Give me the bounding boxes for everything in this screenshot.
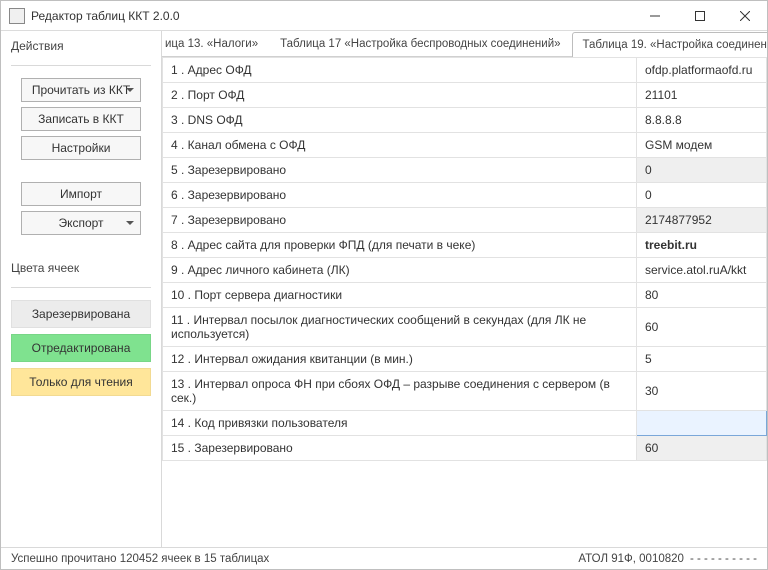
actions-group: Прочитать из ККТ Записать в ККТ Настройк… xyxy=(11,78,151,160)
tabstrip: ица 13. «Налоги» Таблица 17 «Настройка б… xyxy=(162,31,767,57)
read-label: Прочитать из ККТ xyxy=(32,83,130,97)
window-title: Редактор таблиц ККТ 2.0.0 xyxy=(31,9,632,23)
tab-table-13[interactable]: ица 13. «Налоги» xyxy=(162,31,269,56)
row-value[interactable] xyxy=(637,411,767,436)
row-value[interactable]: 5 xyxy=(637,347,767,372)
import-label: Импорт xyxy=(60,187,102,201)
row-label[interactable]: 10 . Порт сервера диагностики xyxy=(163,283,637,308)
statusbar: Успешно прочитано 120452 ячеек в 15 табл… xyxy=(1,547,767,569)
settings-button[interactable]: Настройки xyxy=(21,136,141,160)
status-right: АТОЛ 91Ф, 0010820 - - - - - - - - - - xyxy=(578,553,757,565)
settings-grid[interactable]: 1 . Адрес ОФДofdp.platformaofd.ru2 . Пор… xyxy=(162,57,767,547)
row-label[interactable]: 14 . Код привязки пользователя xyxy=(163,411,637,436)
status-dashes: - - - - - - - - - - xyxy=(690,553,757,565)
table-row: 15 . Зарезервировано60 xyxy=(163,436,767,461)
minimize-button[interactable] xyxy=(632,1,677,30)
row-value[interactable]: 0 xyxy=(637,158,767,183)
table-row: 3 . DNS ОФД8.8.8.8 xyxy=(163,108,767,133)
row-value[interactable]: 60 xyxy=(637,436,767,461)
body: Действия Прочитать из ККТ Записать в ККТ… xyxy=(1,31,767,547)
tab-table-17[interactable]: Таблица 17 «Настройка беспроводных соеди… xyxy=(269,31,571,56)
maximize-button[interactable] xyxy=(677,1,722,30)
table-row: 11 . Интервал посылок диагностических со… xyxy=(163,308,767,347)
row-label[interactable]: 8 . Адрес сайта для проверки ФПД (для пе… xyxy=(163,233,637,258)
settings-label: Настройки xyxy=(52,141,111,155)
table-row: 8 . Адрес сайта для проверки ФПД (для пе… xyxy=(163,233,767,258)
import-button[interactable]: Импорт xyxy=(21,182,141,206)
row-value[interactable]: 0 xyxy=(637,183,767,208)
table-row: 13 . Интервал опроса ФН при сбоях ОФД – … xyxy=(163,372,767,411)
table-row: 14 . Код привязки пользователя xyxy=(163,411,767,436)
legend: Зарезервирована Отредактирована Только д… xyxy=(11,300,151,396)
row-label[interactable]: 7 . Зарезервировано xyxy=(163,208,637,233)
read-from-kkt-button[interactable]: Прочитать из ККТ xyxy=(21,78,141,102)
write-label: Записать в ККТ xyxy=(38,112,124,126)
status-model: АТОЛ 91Ф, 0010820 xyxy=(578,553,684,565)
table-row: 5 . Зарезервировано0 xyxy=(163,158,767,183)
row-value[interactable]: service.atol.ruА/kkt xyxy=(637,258,767,283)
close-button[interactable] xyxy=(722,1,767,30)
settings-table: 1 . Адрес ОФДofdp.platformaofd.ru2 . Пор… xyxy=(162,57,767,461)
colors-title: Цвета ячеек xyxy=(11,261,151,275)
actions-title: Действия xyxy=(11,39,151,53)
app-icon xyxy=(9,8,25,24)
app-window: Редактор таблиц ККТ 2.0.0 Действия Прочи… xyxy=(0,0,768,570)
titlebar: Редактор таблиц ККТ 2.0.0 xyxy=(1,1,767,31)
row-value[interactable]: 80 xyxy=(637,283,767,308)
separator xyxy=(11,287,151,288)
export-button[interactable]: Экспорт xyxy=(21,211,141,235)
table-row: 1 . Адрес ОФДofdp.platformaofd.ru xyxy=(163,58,767,83)
row-value[interactable]: 60 xyxy=(637,308,767,347)
row-label[interactable]: 5 . Зарезервировано xyxy=(163,158,637,183)
table-row: 10 . Порт сервера диагностики80 xyxy=(163,283,767,308)
status-left: Успешно прочитано 120452 ячеек в 15 табл… xyxy=(11,553,269,565)
row-label[interactable]: 9 . Адрес личного кабинета (ЛК) xyxy=(163,258,637,283)
row-value[interactable]: 30 xyxy=(637,372,767,411)
row-label[interactable]: 15 . Зарезервировано xyxy=(163,436,637,461)
io-group: Импорт Экспорт xyxy=(11,182,151,235)
export-label: Экспорт xyxy=(58,216,103,230)
table-row: 2 . Порт ОФД21101 xyxy=(163,83,767,108)
row-label[interactable]: 12 . Интервал ожидания квитанции (в мин.… xyxy=(163,347,637,372)
legend-edited: Отредактирована xyxy=(11,334,151,362)
sidebar: Действия Прочитать из ККТ Записать в ККТ… xyxy=(1,31,161,547)
row-value[interactable]: ofdp.platformaofd.ru xyxy=(637,58,767,83)
maximize-icon xyxy=(695,11,705,21)
row-value[interactable]: GSM модем xyxy=(637,133,767,158)
row-value[interactable]: 21101 xyxy=(637,83,767,108)
close-icon xyxy=(740,11,750,21)
legend-reserved: Зарезервирована xyxy=(11,300,151,328)
row-label[interactable]: 13 . Интервал опроса ФН при сбоях ОФД – … xyxy=(163,372,637,411)
row-label[interactable]: 2 . Порт ОФД xyxy=(163,83,637,108)
row-label[interactable]: 4 . Канал обмена с ОФД xyxy=(163,133,637,158)
row-label[interactable]: 11 . Интервал посылок диагностических со… xyxy=(163,308,637,347)
main-panel: ица 13. «Налоги» Таблица 17 «Настройка б… xyxy=(161,31,767,547)
table-row: 12 . Интервал ожидания квитанции (в мин.… xyxy=(163,347,767,372)
tab-table-19[interactable]: Таблица 19. «Настройка соединения с ОФД» xyxy=(572,32,767,57)
separator xyxy=(11,65,151,66)
table-row: 4 . Канал обмена с ОФДGSM модем xyxy=(163,133,767,158)
minimize-icon xyxy=(650,11,660,21)
table-row: 7 . Зарезервировано2174877952 xyxy=(163,208,767,233)
row-label[interactable]: 3 . DNS ОФД xyxy=(163,108,637,133)
row-label[interactable]: 6 . Зарезервировано xyxy=(163,183,637,208)
row-label[interactable]: 1 . Адрес ОФД xyxy=(163,58,637,83)
row-value[interactable]: treebit.ru xyxy=(637,233,767,258)
legend-readonly: Только для чтения xyxy=(11,368,151,396)
row-value[interactable]: 8.8.8.8 xyxy=(637,108,767,133)
table-row: 9 . Адрес личного кабинета (ЛК)service.a… xyxy=(163,258,767,283)
row-value[interactable]: 2174877952 xyxy=(637,208,767,233)
write-to-kkt-button[interactable]: Записать в ККТ xyxy=(21,107,141,131)
table-row: 6 . Зарезервировано0 xyxy=(163,183,767,208)
